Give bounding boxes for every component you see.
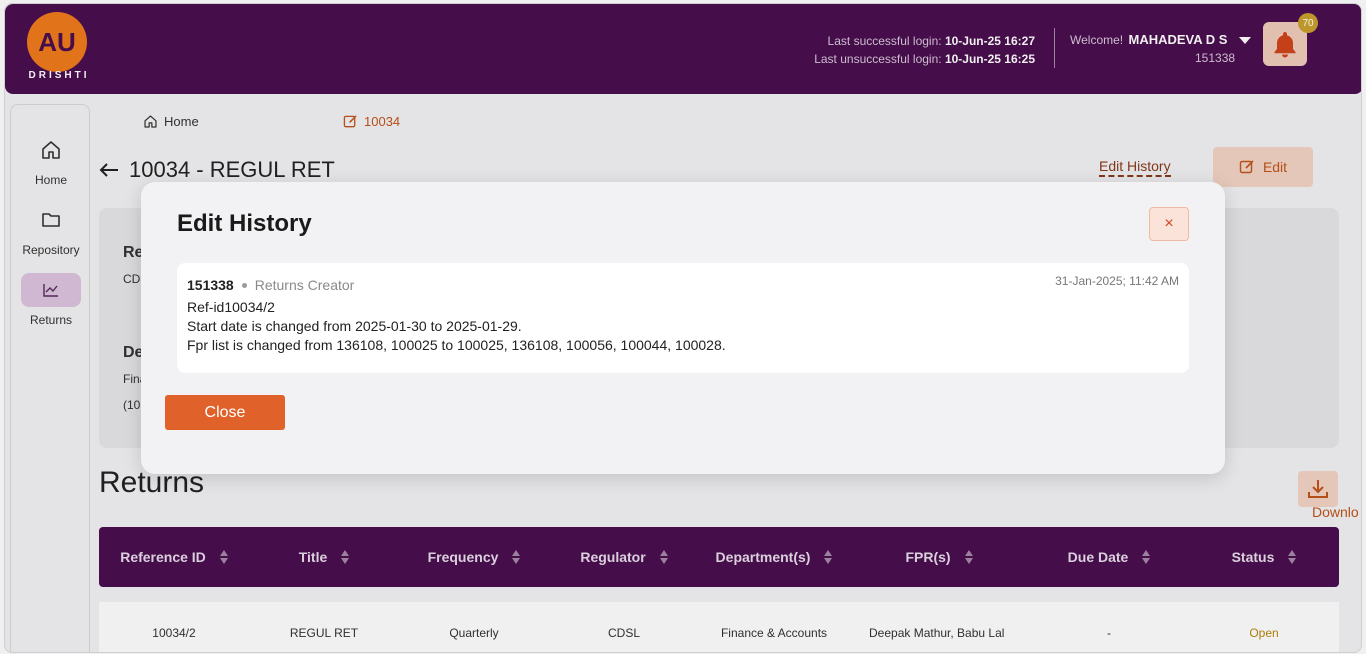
modal-title: Edit History xyxy=(177,210,312,237)
history-user-role: Returns Creator xyxy=(254,277,355,293)
history-timestamp: 31-Jan-2025; 11:42 AM xyxy=(1055,274,1179,288)
separator-dot xyxy=(241,282,247,288)
history-line: Fpr list is changed from 136108, 100025 … xyxy=(187,337,726,353)
edit-history-modal: Edit History × 151338 Returns Creator 31… xyxy=(141,182,1225,474)
modal-close-icon[interactable]: × xyxy=(1149,207,1189,241)
history-entry-header: 151338 Returns Creator xyxy=(187,277,354,293)
close-button[interactable]: Close xyxy=(165,395,285,430)
history-line: Ref-id10034/2 xyxy=(187,299,275,315)
history-line: Start date is changed from 2025-01-30 to… xyxy=(187,318,522,334)
history-user-id: 151338 xyxy=(187,277,234,293)
history-entry: 151338 Returns Creator 31-Jan-2025; 11:4… xyxy=(177,263,1189,373)
